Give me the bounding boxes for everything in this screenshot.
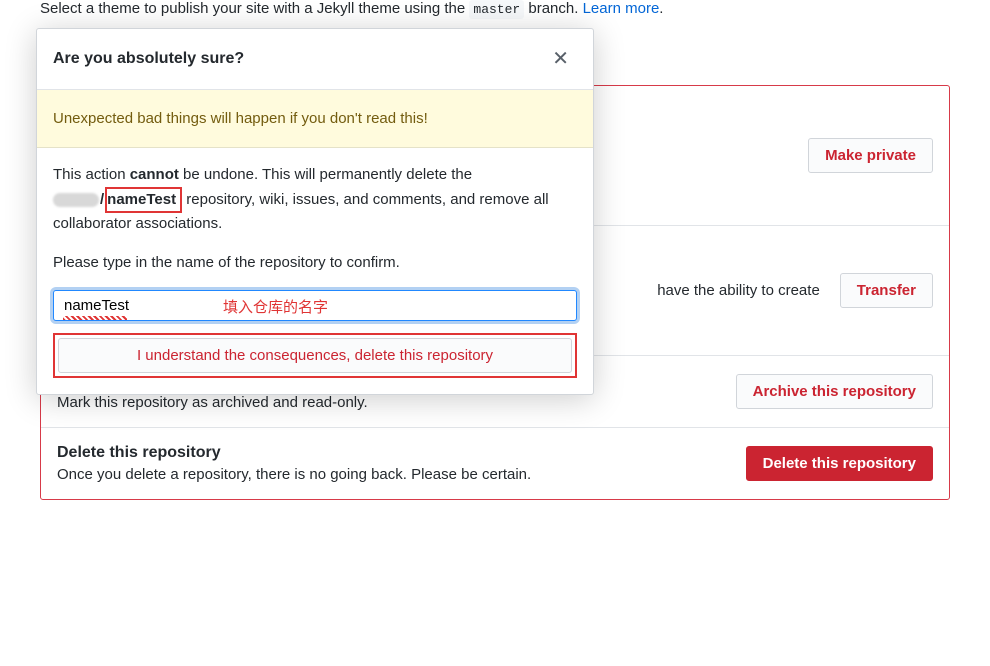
transfer-button[interactable]: Transfer <box>840 273 933 308</box>
modal-paragraph-1: This action cannot be undone. This will … <box>53 164 577 236</box>
repo-name-highlight: nameTest <box>105 187 182 214</box>
modal-paragraph-2: Please type in the name of the repositor… <box>53 252 577 275</box>
redacted-owner <box>53 193 99 207</box>
delete-row: Delete this repository Once you delete a… <box>41 428 949 499</box>
learn-more-link[interactable]: Learn more <box>583 0 660 17</box>
branch-code: master <box>469 0 524 19</box>
make-private-button[interactable]: Make private <box>808 138 933 173</box>
close-icon: ✕ <box>552 48 569 70</box>
confirm-repo-input[interactable] <box>53 290 577 321</box>
modal-body: This action cannot be undone. This will … <box>37 148 593 394</box>
delete-desc: Once you delete a repository, there is n… <box>57 466 726 483</box>
modal-warning: Unexpected bad things will happen if you… <box>37 90 593 148</box>
archive-desc: Mark this repository as archived and rea… <box>57 394 716 411</box>
confirm-button-highlight: I understand the consequences, delete th… <box>53 333 577 378</box>
confirm-delete-button[interactable]: I understand the consequences, delete th… <box>58 338 572 373</box>
delete-button[interactable]: Delete this repository <box>746 446 933 481</box>
archive-button[interactable]: Archive this repository <box>736 374 933 409</box>
theme-note-text: Select a theme to publish your site with… <box>40 0 469 17</box>
theme-note: Select a theme to publish your site with… <box>20 0 970 29</box>
delete-confirm-modal: Are you absolutely sure? ✕ Unexpected ba… <box>36 28 594 395</box>
close-button[interactable]: ✕ <box>544 45 577 73</box>
modal-title: Are you absolutely sure? <box>53 50 244 68</box>
delete-title: Delete this repository <box>57 444 726 462</box>
modal-header: Are you absolutely sure? ✕ <box>37 29 593 90</box>
